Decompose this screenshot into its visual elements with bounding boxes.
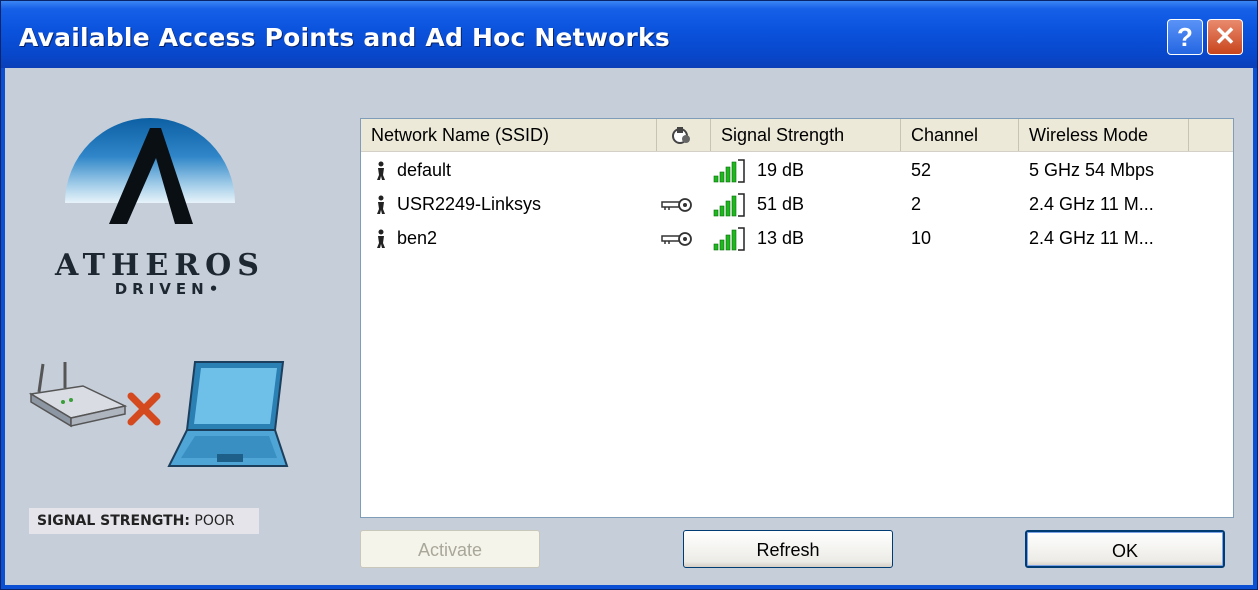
channel-cell: 2: [911, 194, 922, 214]
network-person-icon: [377, 229, 385, 248]
signal-strength-status: SIGNAL STRENGTH: POOR: [29, 508, 259, 534]
channel-cell: 10: [911, 228, 932, 248]
list-header: Network Name (SSID) Signal Strength Chan…: [361, 119, 1233, 152]
column-header-security[interactable]: [657, 119, 711, 151]
ssid-cell: default: [397, 160, 452, 180]
network-list[interactable]: Network Name (SSID) Signal Strength Chan…: [360, 118, 1234, 518]
dialog-client-area: ATHEROS DRIVEN• SIGNAL STRENGTH: POOR Ne…: [5, 68, 1253, 585]
key-icon: [661, 232, 692, 246]
column-header-channel[interactable]: Channel: [901, 119, 1019, 151]
signal-bars-icon: [713, 227, 745, 251]
signal-strength-value: POOR: [194, 513, 235, 529]
router-icon: [28, 362, 128, 428]
column-header-signal[interactable]: Signal Strength: [711, 119, 901, 151]
table-row[interactable]: default 19 dB 52 5 GHz 54 Mbps: [361, 153, 1233, 187]
close-button[interactable]: ✕: [1207, 19, 1243, 55]
mode-cell: 5 GHz 54 Mbps: [1029, 160, 1155, 180]
signal-strength-label: SIGNAL STRENGTH:: [37, 513, 190, 529]
refresh-button[interactable]: Refresh: [683, 530, 893, 568]
close-icon: ✕: [1214, 21, 1236, 51]
brand-tagline-text: DRIVEN: [114, 280, 209, 298]
ssid-cell: ben2: [397, 228, 438, 248]
status-panel: ATHEROS DRIVEN• SIGNAL STRENGTH: POOR: [5, 68, 335, 585]
signal-cell: 13 dB: [757, 228, 805, 248]
window-title: Available Access Points and Ad Hoc Netwo…: [19, 23, 670, 52]
signal-bars-icon: [713, 159, 745, 183]
brand-tagline: DRIVEN•: [89, 280, 249, 298]
signal-cell: 19 dB: [757, 160, 805, 180]
x-mark-icon: [127, 392, 161, 426]
title-bar[interactable]: Available Access Points and Ad Hoc Netwo…: [1, 1, 1257, 68]
signal-cell: 51 dB: [757, 194, 805, 214]
mode-cell: 2.4 GHz 11 M...: [1029, 194, 1154, 214]
column-header-mode[interactable]: Wireless Mode: [1019, 119, 1189, 151]
mode-cell: 2.4 GHz 11 M...: [1029, 228, 1154, 248]
dialog-window: Available Access Points and Ad Hoc Netwo…: [0, 0, 1258, 590]
network-person-icon: [377, 161, 385, 180]
signal-bars-icon: [713, 193, 745, 217]
ssid-cell: USR2249-Linksys: [397, 194, 542, 214]
activate-button[interactable]: Activate: [360, 530, 540, 568]
laptop-icon: [167, 361, 289, 467]
trademark-mark: •: [208, 280, 224, 298]
ok-button[interactable]: OK: [1025, 530, 1225, 568]
table-row[interactable]: USR2249-Linksys 51 dB 2 2.4 GHz 11 M...: [361, 187, 1233, 221]
help-button[interactable]: ?: [1167, 19, 1203, 55]
channel-cell: 52: [911, 160, 932, 180]
column-header-ssid[interactable]: Network Name (SSID): [361, 119, 657, 151]
brand-name: ATHEROS: [55, 248, 265, 283]
table-row[interactable]: ben2 13 dB 10 2.4 GHz 11 M...: [361, 221, 1233, 255]
help-icon: ?: [1177, 22, 1193, 52]
atheros-logo-mark: [109, 128, 193, 224]
network-person-icon: [377, 195, 385, 214]
security-column-icon: [672, 127, 690, 144]
key-icon: [661, 198, 692, 212]
